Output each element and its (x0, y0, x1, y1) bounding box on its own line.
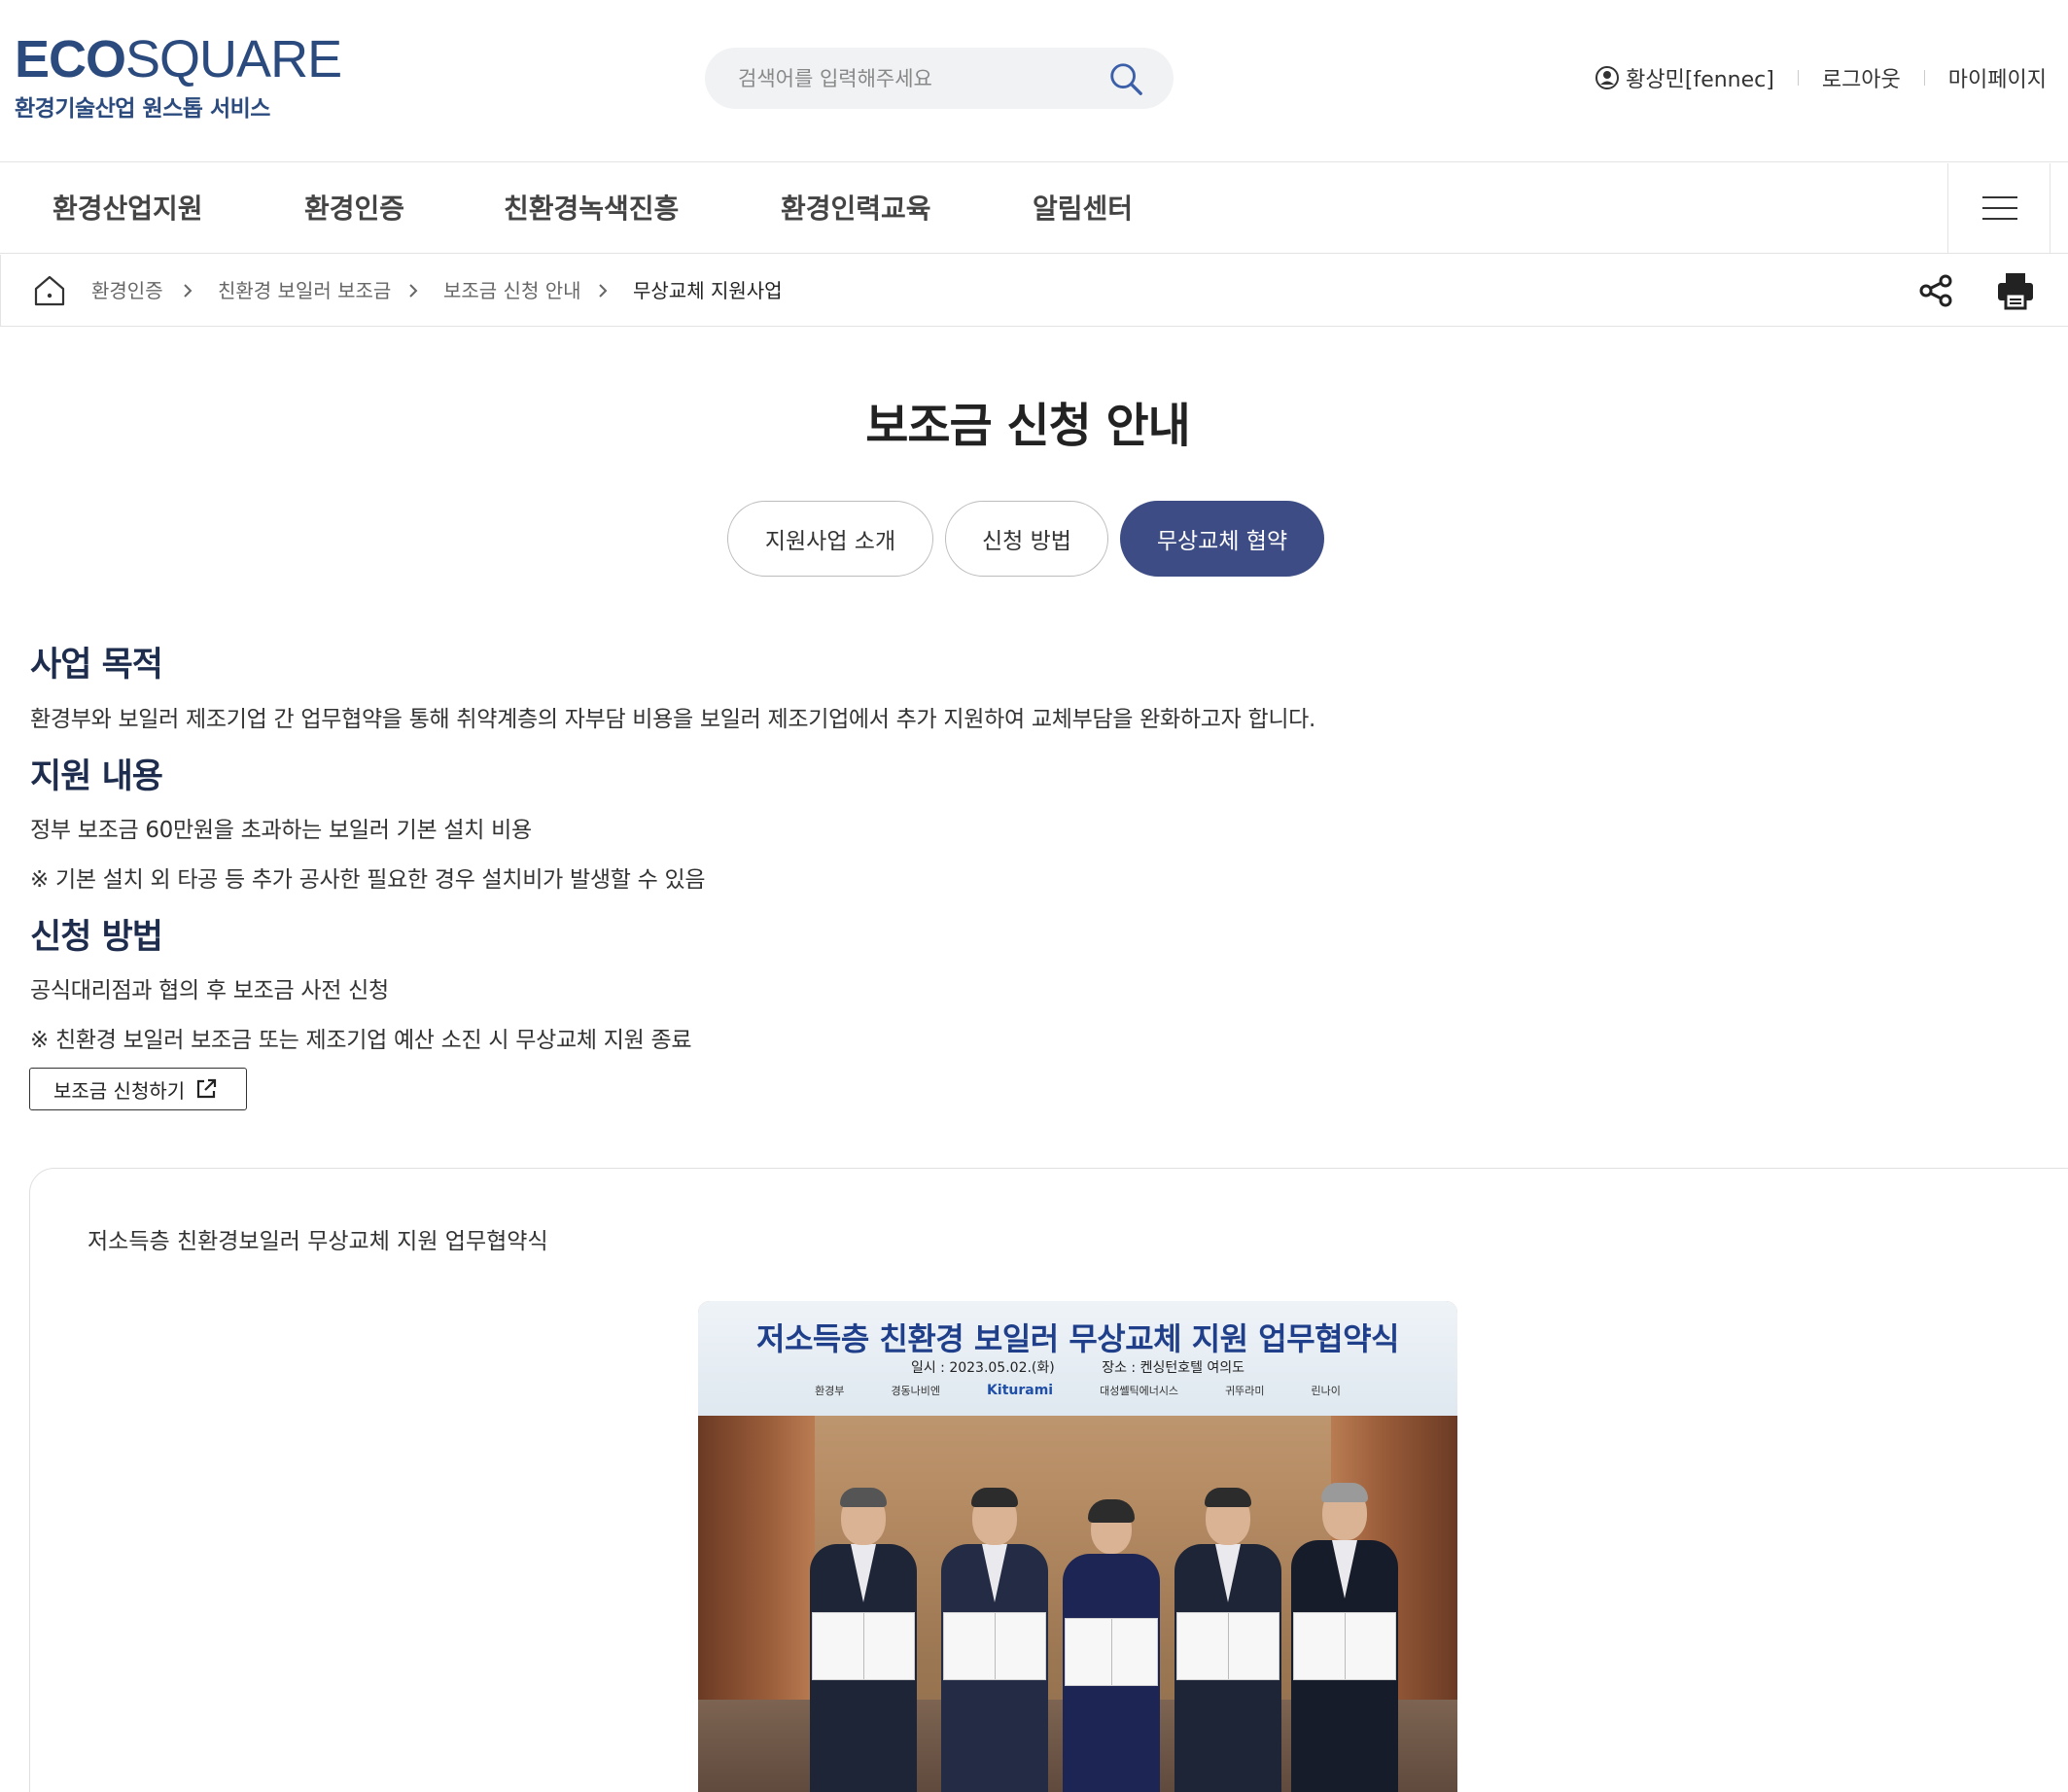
search-icon[interactable] (1107, 60, 1144, 97)
search-input[interactable] (738, 48, 1098, 109)
section-title-apply: 신청 방법 (30, 918, 163, 957)
content-tabs: 지원사업 소개 신청 방법 무상교체 협약 (727, 501, 1336, 577)
section-note-support: ※ 기본 설치 외 타공 등 추가 공사한 필요한 경우 설치비가 발생할 수 … (30, 867, 706, 893)
banner-logo: 대성쎌틱에너시스 (1100, 1385, 1179, 1397)
photo-banner: 저소득층 친환경 보일러 무상교체 지원 업무협약식 일시 : 2023.05.… (698, 1301, 1457, 1416)
chevron-right-icon (599, 284, 608, 298)
tab-program-intro[interactable]: 지원사업 소개 (727, 501, 933, 577)
section-text-support: 정부 보조금 60만원을 초과하는 보일러 기본 설치 비용 (30, 818, 532, 843)
site-header: ECOSQUARE 환경기술산업 원스톱 서비스 황상민[fennec] 로그아… (0, 0, 2068, 162)
agreement-photo-card: 저소득층 친환경보일러 무상교체 지원 업무협약식 저소득층 친환경 보일러 무… (29, 1168, 2068, 1792)
tab-free-replacement[interactable]: 무상교체 협약 (1120, 501, 1324, 577)
mypage-link[interactable]: 마이페이지 (1948, 62, 2047, 93)
home-icon[interactable] (32, 273, 67, 308)
banner-logo: 경동나비엔 (891, 1385, 941, 1397)
site-logo[interactable]: ECOSQUARE 환경기술산업 원스톱 서비스 (15, 30, 342, 123)
apply-subsidy-label: 보조금 신청하기 (53, 1078, 186, 1103)
nav-item-education[interactable]: 환경인력교육 (781, 163, 931, 254)
breadcrumb-item[interactable]: 친환경 보일러 보조금 (218, 255, 391, 327)
external-link-icon (197, 1078, 217, 1099)
hamburger-icon (1982, 196, 2017, 198)
chevron-right-icon (184, 284, 193, 298)
section-title-support: 지원 내용 (30, 757, 163, 796)
apply-subsidy-button[interactable]: 보조금 신청하기 (29, 1068, 247, 1110)
banner-logo: 귀뚜라미 (1225, 1385, 1265, 1397)
photo-person (927, 1418, 1063, 1792)
banner-info: 일시 : 2023.05.02.(화) 장소 : 켄싱턴호텔 여의도 (698, 1357, 1457, 1377)
share-icon[interactable] (1917, 272, 1954, 309)
nav-item-certification[interactable]: 환경인증 (304, 163, 404, 254)
banner-logo: Kiturami (987, 1383, 1054, 1398)
banner-title: 저소득층 친환경 보일러 무상교체 지원 업무협약식 (756, 1320, 1399, 1357)
divider (1923, 70, 1925, 86)
logout-link[interactable]: 로그아웃 (1822, 62, 1901, 93)
all-menu-button[interactable] (1947, 163, 2050, 254)
utility-menu: 황상민[fennec] 로그아웃 마이페이지 (1595, 62, 2047, 93)
breadcrumb-current: 무상교체 지원사업 (633, 279, 783, 302)
main-navigation: 환경산업지원 환경인증 친환경녹색진흥 환경인력교육 알림센터 (0, 163, 2068, 254)
banner-logos: 환경부 경동나비엔 Kiturami 대성쎌틱에너시스 귀뚜라미 린나이 (698, 1383, 1457, 1398)
breadcrumb-item[interactable]: 보조금 신청 안내 (443, 255, 581, 327)
nav-item-green-promotion[interactable]: 친환경녹색진흥 (504, 163, 679, 254)
banner-date: 일시 : 2023.05.02.(화) (910, 1360, 1055, 1376)
page-title: 보조금 신청 안내 (865, 399, 1191, 453)
user-icon (1595, 66, 1620, 89)
agreement-ceremony-photo: 저소득층 친환경 보일러 무상교체 지원 업무협약식 일시 : 2023.05.… (698, 1301, 1457, 1792)
photo-person (795, 1418, 931, 1792)
user-name[interactable]: 황상민[fennec] (1626, 62, 1774, 93)
breadcrumb: 환경인증 친환경 보일러 보조금 보조금 신청 안내 무상교체 지원사업 (0, 255, 2068, 327)
search-box (705, 48, 1174, 109)
photo-person (1160, 1418, 1296, 1792)
section-text-apply: 공식대리점과 협의 후 보조금 사전 신청 (30, 978, 389, 1003)
logo-wordmark: ECOSQUARE (15, 30, 342, 88)
banner-logo: 환경부 (815, 1385, 845, 1397)
tab-apply-method[interactable]: 신청 방법 (945, 501, 1108, 577)
section-title-purpose: 사업 목적 (30, 646, 163, 685)
nav-item-notice-center[interactable]: 알림센터 (1033, 163, 1133, 254)
print-icon[interactable] (1995, 270, 2036, 311)
chevron-right-icon (409, 284, 418, 298)
section-note-apply: ※ 친환경 보일러 보조금 또는 제조기업 예산 소진 시 무상교체 지원 종료 (30, 1028, 692, 1053)
nav-item-environment-industry[interactable]: 환경산업지원 (53, 163, 203, 254)
divider (1797, 70, 1799, 86)
photo-person (1048, 1418, 1174, 1792)
hamburger-icon (1982, 207, 2017, 209)
photo-person (1277, 1418, 1413, 1792)
banner-place: 장소 : 켄싱턴호텔 여의도 (1102, 1360, 1245, 1376)
section-text-purpose: 환경부와 보일러 제조기업 간 업무협약을 통해 취약계층의 자부담 비용을 보… (30, 707, 1316, 732)
banner-logo: 린나이 (1311, 1385, 1341, 1397)
photo-caption: 저소득층 친환경보일러 무상교체 지원 업무협약식 (88, 1229, 548, 1254)
breadcrumb-item[interactable]: 환경인증 (91, 255, 163, 327)
logo-tagline: 환경기술산업 원스톱 서비스 (15, 96, 270, 122)
hamburger-icon (1982, 218, 2017, 220)
